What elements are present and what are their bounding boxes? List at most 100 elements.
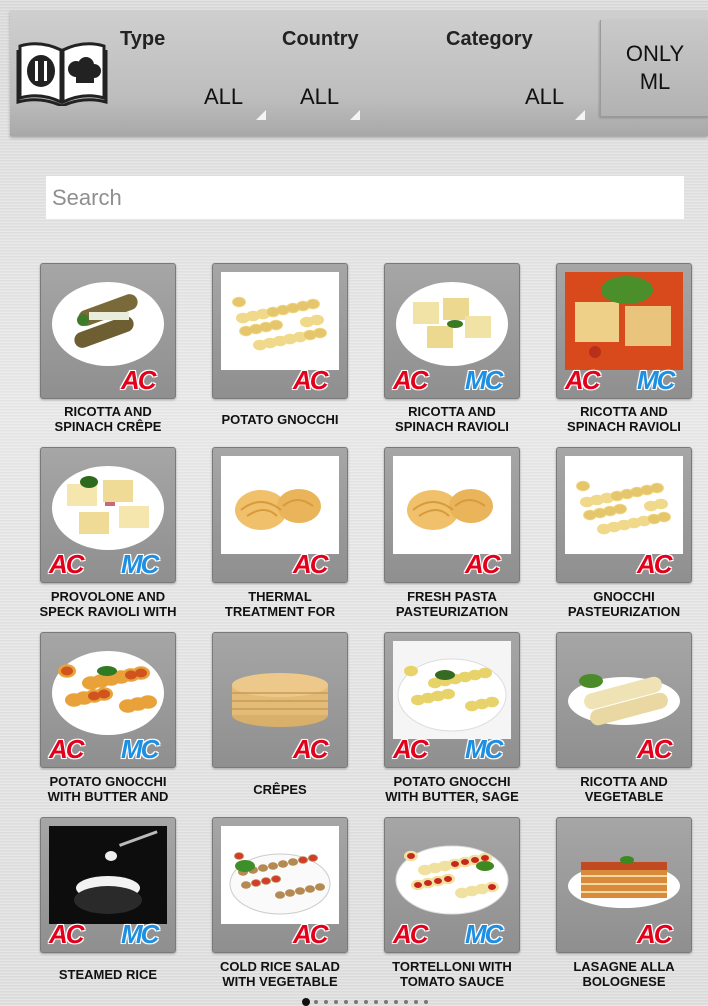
- recipe-title-line2: BOLOGNESE: [582, 974, 666, 989]
- recipe-title: RICOTTA AND SPINACH CRÊPE: [23, 403, 193, 435]
- ac-badge-icon: AC: [293, 365, 329, 395]
- recipe-title-line1: RICOTTA AND: [64, 404, 152, 419]
- recipe-photo: [395, 845, 509, 915]
- ac-badge-icon: AC: [49, 919, 85, 949]
- recipe-title: PROVOLONE AND SPECK RAVIOLI WITH: [23, 588, 193, 620]
- recipe-photo: [568, 674, 680, 726]
- page-dot[interactable]: [334, 1000, 338, 1004]
- mc-badge-icon: MC: [637, 365, 675, 395]
- recipe-tile[interactable]: AC MC: [40, 632, 176, 768]
- recipe-tile[interactable]: AC MC: [384, 263, 520, 399]
- recipe-grid: AC RICOTTA AND SPINACH CRÊPE AC POTATO GNOCC…: [0, 0, 708, 1006]
- recipe-tile[interactable]: AC: [556, 447, 692, 583]
- recipe-photo: [565, 456, 683, 554]
- recipe-title-line1: RICOTTA AND: [580, 404, 668, 419]
- mc-badge-icon: MC: [121, 734, 159, 764]
- mc-badge-icon: MC: [465, 365, 503, 395]
- ac-badge-icon: AC: [637, 734, 673, 764]
- recipe-title-line2: VEGETABLE: [584, 789, 664, 804]
- recipe-photo: [393, 641, 511, 739]
- ac-badge-icon: AC: [49, 549, 85, 579]
- recipe-tile[interactable]: AC MC: [556, 263, 692, 399]
- mc-badge-icon: MC: [121, 549, 159, 579]
- page-dot[interactable]: [414, 1000, 418, 1004]
- recipe-title-line2: PASTEURIZATION: [567, 604, 681, 619]
- recipe-title-line1: POTATO GNOCCHI: [49, 774, 167, 789]
- recipe-title-line1: COLD RICE SALAD: [220, 959, 340, 974]
- recipe-title-line1: RICOTTA AND: [408, 404, 496, 419]
- page-indicator: [302, 998, 428, 1006]
- recipe-photo: [49, 826, 167, 924]
- recipe-title-line1: RICOTTA AND: [580, 774, 668, 789]
- ac-badge-icon: AC: [121, 365, 157, 395]
- recipe-photo: [396, 282, 508, 366]
- recipe-title-line2: TOMATO SAUCE: [399, 974, 504, 989]
- recipe-tile[interactable]: AC MC: [40, 447, 176, 583]
- ac-badge-icon: AC: [637, 549, 673, 579]
- recipe-photo: [221, 456, 339, 554]
- recipe-title-line2: SPINACH CRÊPE: [54, 419, 162, 434]
- recipe-title-line1: THERMAL: [248, 589, 312, 604]
- recipe-title: POTATO GNOCCHI WITH BUTTER, SAGE: [367, 773, 537, 805]
- recipe-title-line2: SPINACH RAVIOLI: [567, 419, 681, 434]
- recipe-title-line1: POTATO GNOCCHI: [221, 411, 339, 427]
- recipe-tile[interactable]: AC MC: [384, 817, 520, 953]
- recipe-title-line1: LASAGNE ALLA: [573, 959, 675, 974]
- mc-badge-icon: MC: [465, 734, 503, 764]
- recipe-title: FRESH PASTA PASTEURIZATION: [367, 588, 537, 620]
- recipe-title-line1: FRESH PASTA: [407, 589, 497, 604]
- recipe-tile[interactable]: AC: [212, 447, 348, 583]
- recipe-tile[interactable]: AC MC: [40, 817, 176, 953]
- page-dot[interactable]: [424, 1000, 428, 1004]
- ac-badge-icon: AC: [393, 734, 429, 764]
- recipe-title-line1: GNOCCHI: [593, 589, 655, 604]
- recipe-tile[interactable]: AC: [40, 263, 176, 399]
- recipe-photo: [52, 651, 164, 735]
- recipe-photo: [221, 826, 339, 924]
- recipe-title: LASAGNE ALLA BOLOGNESE: [539, 958, 708, 990]
- recipe-tile[interactable]: AC: [556, 632, 692, 768]
- recipe-tile[interactable]: AC: [212, 632, 348, 768]
- recipe-photo: [52, 466, 164, 550]
- recipe-title: POTATO GNOCCHI: [195, 403, 365, 435]
- recipe-title-line2: WITH BUTTER AND: [47, 789, 169, 804]
- recipe-title-line1: CRÊPES: [253, 781, 307, 797]
- recipe-title-line2: TREATMENT FOR: [224, 604, 336, 619]
- page-dot[interactable]: [394, 1000, 398, 1004]
- ac-badge-icon: AC: [293, 919, 329, 949]
- recipe-tile[interactable]: AC MC: [384, 632, 520, 768]
- page-dot-active[interactable]: [302, 998, 310, 1006]
- recipe-title: POTATO GNOCCHI WITH BUTTER AND: [23, 773, 193, 805]
- page-dot[interactable]: [374, 1000, 378, 1004]
- page-dot[interactable]: [314, 1000, 318, 1004]
- ac-badge-icon: AC: [465, 549, 501, 579]
- ac-badge-icon: AC: [49, 734, 85, 764]
- recipe-tile[interactable]: AC: [212, 263, 348, 399]
- page-dot[interactable]: [344, 1000, 348, 1004]
- recipe-photo: [565, 272, 683, 370]
- ac-badge-icon: AC: [293, 734, 329, 764]
- recipe-title: THERMAL TREATMENT FOR: [195, 588, 365, 620]
- recipe-title: RICOTTA AND SPINACH RAVIOLI: [539, 403, 708, 435]
- recipe-tile[interactable]: AC: [384, 447, 520, 583]
- recipe-tile[interactable]: AC: [556, 817, 692, 953]
- recipe-title: GNOCCHI PASTEURIZATION: [539, 588, 708, 620]
- recipe-photo: [52, 282, 164, 366]
- recipe-title: COLD RICE SALAD WITH VEGETABLE: [195, 958, 365, 990]
- recipe-title: RICOTTA AND VEGETABLE: [539, 773, 708, 805]
- recipe-photo: [393, 456, 511, 554]
- page-dot[interactable]: [324, 1000, 328, 1004]
- page-dot[interactable]: [354, 1000, 358, 1004]
- page-dot[interactable]: [364, 1000, 368, 1004]
- recipe-tile[interactable]: AC: [212, 817, 348, 953]
- recipe-title-line1: STEAMED RICE: [58, 966, 158, 982]
- mc-badge-icon: MC: [121, 919, 159, 949]
- recipe-title: RICOTTA AND SPINACH RAVIOLI: [367, 403, 537, 435]
- recipe-title-line2: PASTEURIZATION: [395, 604, 509, 619]
- recipe-photo: [221, 272, 339, 370]
- mc-badge-icon: MC: [465, 919, 503, 949]
- page-dot[interactable]: [384, 1000, 388, 1004]
- recipe-title-line2: SPECK RAVIOLI WITH: [39, 604, 177, 619]
- page-dot[interactable]: [404, 1000, 408, 1004]
- recipe-title-line1: TORTELLONI WITH: [392, 959, 512, 974]
